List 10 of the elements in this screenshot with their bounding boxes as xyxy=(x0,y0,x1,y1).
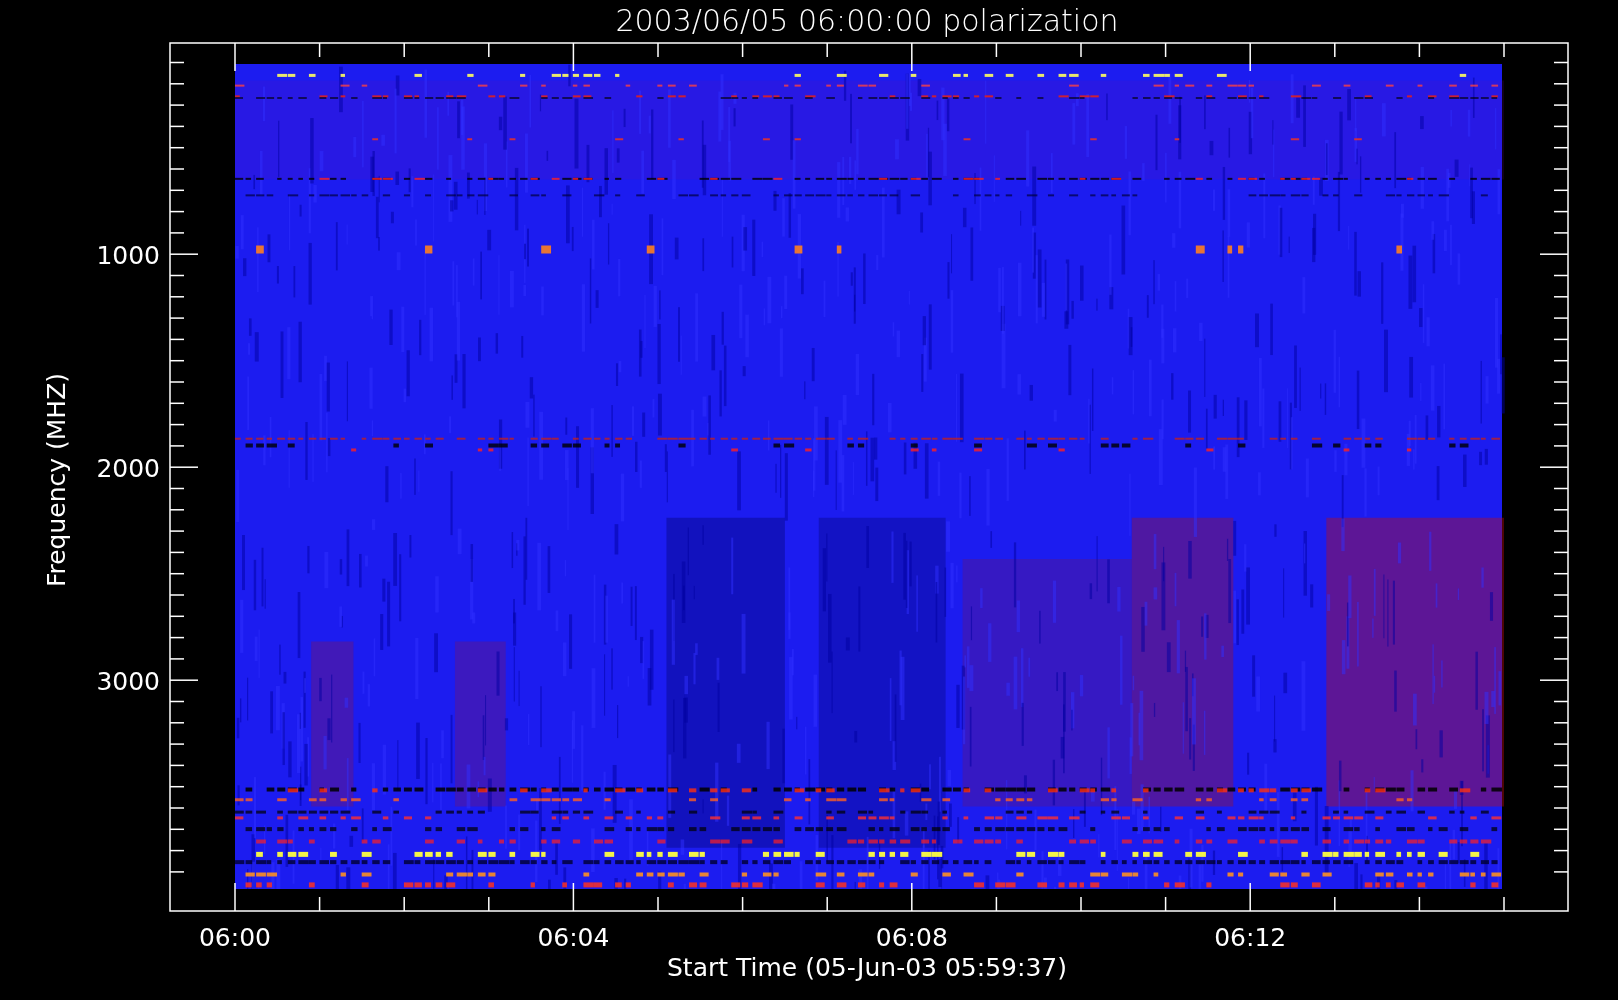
plot-title: 2003/06/05 06:00:00 polarization xyxy=(615,3,1119,38)
y-tick-label: 1000 xyxy=(96,241,160,271)
y-tick-label: 3000 xyxy=(96,667,160,697)
x-tick-label: 06:04 xyxy=(537,923,610,952)
x-tick-label: 06:12 xyxy=(1214,923,1287,952)
x-tick-label: 06:08 xyxy=(875,923,948,952)
y-tick-label: 2000 xyxy=(96,454,160,484)
x-axis-label: Start Time (05-Jun-03 05:59:37) xyxy=(667,953,1067,982)
y-axis-label: Frequency (MHZ) xyxy=(42,372,71,588)
x-tick-label: 06:00 xyxy=(199,923,271,952)
